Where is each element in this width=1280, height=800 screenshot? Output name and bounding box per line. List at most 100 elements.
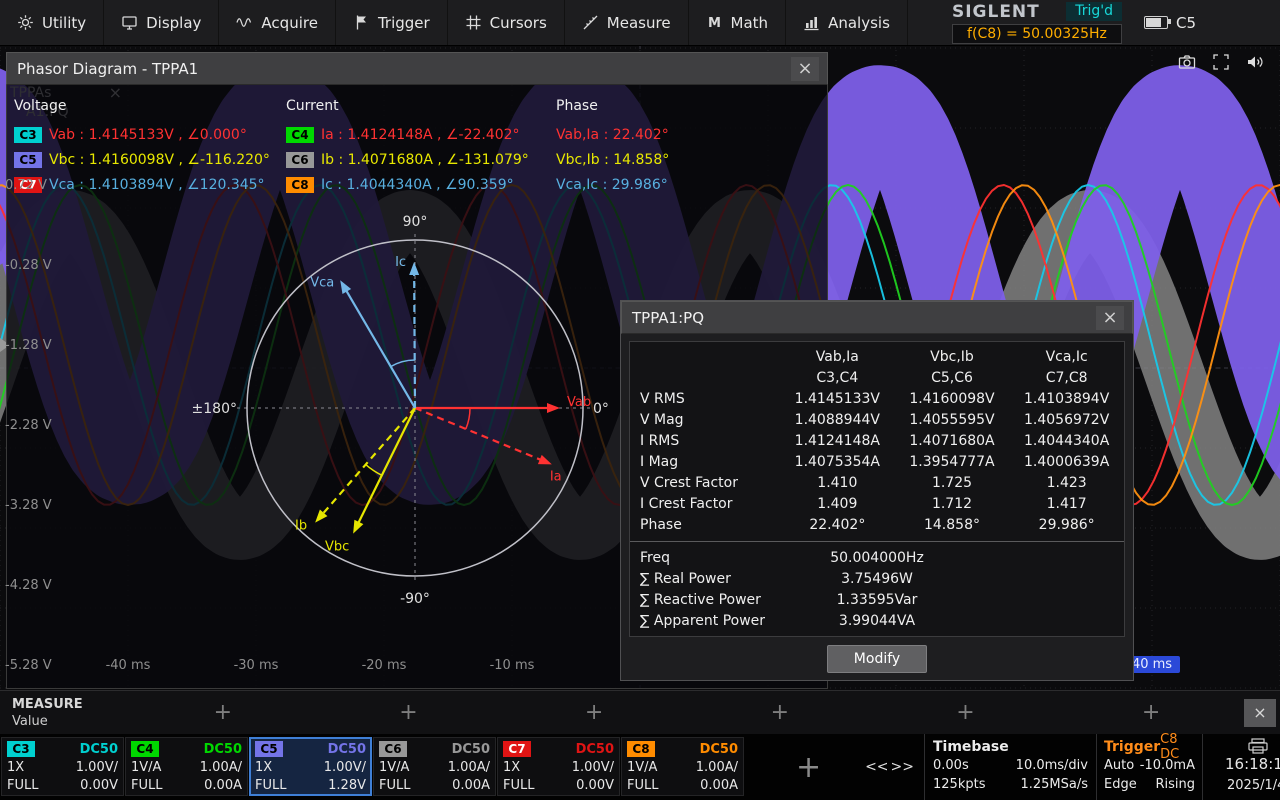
timebase-samplerate: 1.25MSa/s xyxy=(1020,777,1088,792)
phasor-axis-label: -90° xyxy=(400,591,430,607)
channel-descriptor-c6[interactable]: C6DC501V/A1.00A/FULL0.00A xyxy=(373,737,496,796)
screenshot-camera-icon[interactable] xyxy=(1178,53,1196,71)
menu-label: Trigger xyxy=(378,14,430,32)
close-button[interactable]: × xyxy=(791,57,819,81)
close-button[interactable]: × xyxy=(1244,699,1276,727)
channel-offset: 0.00V xyxy=(80,778,118,793)
modify-button[interactable]: Modify xyxy=(827,645,927,673)
battery-fill xyxy=(1146,18,1161,27)
pq-value: 1.417 xyxy=(1009,496,1124,512)
pq-column-header: C3,C4 xyxy=(780,370,895,386)
channel-coupling: DC50 xyxy=(576,742,614,757)
status-block: SIGLENT Trig'd f(C8) = 50.00325Hz xyxy=(952,2,1122,44)
measure-icon xyxy=(582,14,599,31)
clock-date: 2025/1/4 xyxy=(1227,778,1280,793)
channel-descriptor-c3[interactable]: C3DC501X1.00V/FULL0.00V xyxy=(1,737,124,796)
menu-utility[interactable]: Utility xyxy=(0,0,104,45)
add-measurement-slot[interactable]: + xyxy=(771,702,789,724)
add-measurement-slot[interactable]: + xyxy=(214,702,232,724)
pq-summary-row: 3.99044VA∑ Apparent Power xyxy=(630,611,1124,632)
close-button[interactable]: × xyxy=(1096,306,1124,330)
trigger-panel[interactable]: Trigger C8 DC Auto -10.0mA Edge Rising xyxy=(1096,734,1202,800)
pq-summary-label: ∑ Real Power xyxy=(640,569,731,590)
menu-analysis[interactable]: Analysis xyxy=(786,0,908,45)
pq-value: 1.423 xyxy=(1009,475,1124,491)
channel-coupling: DC50 xyxy=(700,742,738,757)
pan-left-button[interactable]: << xyxy=(865,759,888,775)
phasor-reading-text: Ic : 1.4044340A , ∠90.359° xyxy=(321,177,514,193)
channel-row-1: C3DC50 xyxy=(7,740,118,758)
pq-data-row: I Mag1.4075354A1.3954777A1.4000639A xyxy=(630,451,1124,472)
speaker-icon[interactable] xyxy=(1246,53,1264,71)
pq-value: 1.4056972V xyxy=(1009,412,1124,428)
channel-row-3: FULL0.00A xyxy=(627,776,738,794)
channel-bandwidth: FULL xyxy=(503,778,534,793)
channel-descriptor-c4[interactable]: C4DC501V/A1.00A/FULL0.00A xyxy=(125,737,248,796)
channel-descriptor-c7[interactable]: C7DC501X1.00V/FULL0.00V xyxy=(497,737,620,796)
phase-header: Phase xyxy=(556,98,669,114)
phasor-vector-vbc xyxy=(357,408,415,526)
channel-row-2: 1X1.00V/ xyxy=(7,758,118,776)
display-icon xyxy=(121,14,138,31)
phasor-reading-text: Ia : 1.4124148A , ∠-22.402° xyxy=(321,127,520,143)
pq-value: 1.712 xyxy=(895,496,1010,512)
pq-column-header: C7,C8 xyxy=(1009,370,1124,386)
menu-trigger[interactable]: Trigger xyxy=(336,0,448,45)
phasor-axis-label: ±180° xyxy=(192,401,237,417)
menu-acquire[interactable]: Acquire xyxy=(219,0,336,45)
add-measurement-slot[interactable]: + xyxy=(1142,702,1160,724)
lan-icon[interactable] xyxy=(1248,738,1268,754)
pan-right-button[interactable]: >> xyxy=(891,759,914,775)
menu-display[interactable]: Display xyxy=(104,0,219,45)
menu-label: Math xyxy=(731,14,769,32)
channel-probe: 1X xyxy=(7,760,24,775)
trigger-source: C8 DC xyxy=(1160,732,1195,762)
phasor-vector-ib xyxy=(321,408,415,516)
add-measurement-slot[interactable]: + xyxy=(585,702,603,724)
channel-chip: C6 xyxy=(379,741,407,757)
measure-subtitle: Value xyxy=(12,714,130,729)
timebase-delay: 0.00s xyxy=(933,758,969,773)
add-measurement-slot[interactable]: + xyxy=(956,702,974,724)
phasor-axis-label: 90° xyxy=(403,214,428,230)
add-measurement-slot[interactable]: + xyxy=(399,702,417,724)
channel-row-2: 1V/A1.00A/ xyxy=(131,758,242,776)
timebase-points: 125kpts xyxy=(933,777,985,792)
channel-row-1: C5DC50 xyxy=(255,740,366,758)
phasor-reading-row: Vab,Ia : 22.402° xyxy=(556,122,669,147)
menu-cursors[interactable]: Cursors xyxy=(448,0,565,45)
channel-chip: C6 xyxy=(286,152,314,168)
channel-descriptor-c8[interactable]: C8DC501V/A1.00A/FULL0.00A xyxy=(621,737,744,796)
phasor-window-titlebar[interactable]: Phasor Diagram - TPPA1 × xyxy=(6,52,828,85)
channel-row-3: FULL0.00A xyxy=(379,776,490,794)
channel-row-1: C7 DC50 xyxy=(503,740,614,758)
menu-label: Display xyxy=(146,14,201,32)
clock-time: 16:18:18 xyxy=(1225,755,1280,773)
channel-row-1: C4DC50 xyxy=(131,740,242,758)
phasor-reading-row: C3 Vab : 1.4145133V , ∠0.000° xyxy=(14,122,270,147)
phasor-reading-text: Vab : 1.4145133V , ∠0.000° xyxy=(49,127,247,143)
phasor-vector-label: Ic xyxy=(395,255,406,270)
channel-row-1: C8DC50 xyxy=(627,740,738,758)
measure-results-bar: MEASURE Value ++++++ × xyxy=(0,690,1280,734)
phasor-reading-row: Vbc,Ib : 14.858° xyxy=(556,147,669,172)
channel-descriptor-c5[interactable]: C5DC501X1.00V/FULL1.28V xyxy=(249,737,372,796)
pq-button-row: Modify xyxy=(621,645,1133,673)
measure-slots: + + + + + + xyxy=(130,702,1244,724)
channel-offset: 1.28V xyxy=(328,778,366,793)
channel-coupling: DC50 xyxy=(452,742,490,757)
channel-probe: 1X xyxy=(255,760,272,775)
fullscreen-icon[interactable] xyxy=(1212,53,1230,71)
pq-value: 1.4055595V xyxy=(895,412,1010,428)
channel-row-2: 1X1.00V/ xyxy=(255,758,366,776)
channel-chip: C7 xyxy=(503,741,531,757)
menu-measure[interactable]: Measure xyxy=(565,0,689,45)
pq-header-row: Vab,IaVbc,IbVca,Ic xyxy=(630,346,1124,367)
timebase-panel[interactable]: Timebase 0.00s 10.0ms/div 125kpts 1.25MS… xyxy=(924,734,1096,800)
channel-chip: C3 xyxy=(14,127,42,143)
menu-math[interactable]: M Math xyxy=(689,0,787,45)
channel-probe: 1V/A xyxy=(131,760,161,775)
pq-data-row: V Mag1.4088944V1.4055595V1.4056972V xyxy=(630,409,1124,430)
phasor-reading-text: Vca,Ic : 29.986° xyxy=(556,177,668,193)
pq-window-titlebar[interactable]: TPPA1:PQ × xyxy=(621,301,1133,334)
